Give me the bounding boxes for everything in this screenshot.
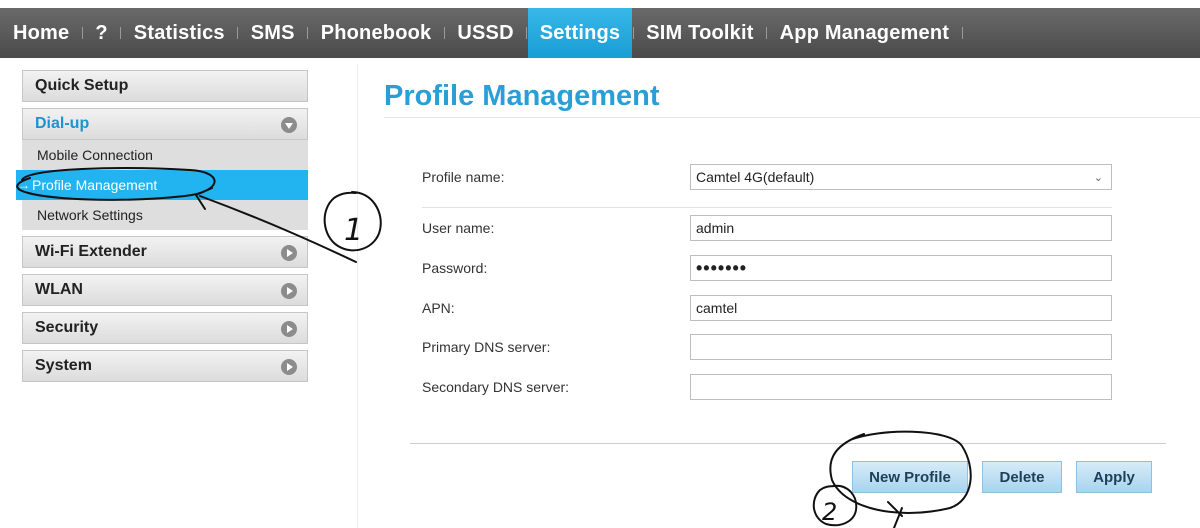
apn-label: APN:	[422, 300, 455, 316]
sidebar-item-label: Dial-up	[35, 115, 90, 132]
arrow-right-icon: →	[18, 178, 30, 192]
primary-dns-label: Primary DNS server:	[422, 339, 551, 355]
collapse-arrow-icon	[281, 117, 297, 133]
password-label: Password:	[422, 260, 488, 276]
sidebar-item-system[interactable]: System	[22, 350, 308, 382]
nav-app-management[interactable]: App Management	[768, 8, 961, 58]
new-profile-button[interactable]: New Profile	[852, 461, 968, 493]
annotation-step2-label: 2	[822, 498, 837, 526]
annotation-tail	[887, 501, 903, 528]
delete-button[interactable]: Delete	[982, 461, 1062, 493]
sidebar-item-label: Network Settings	[37, 207, 143, 223]
password-input[interactable]	[690, 255, 1112, 281]
dialup-submenu: Mobile Connection → Profile Management N…	[16, 140, 308, 230]
sidebar-item-wlan[interactable]: WLAN	[22, 274, 308, 306]
expand-arrow-icon	[281, 321, 297, 337]
sidebar: Quick Setup Dial-up Mobile Connection → …	[16, 70, 308, 388]
chevron-down-icon: ⌄	[1093, 171, 1103, 184]
nav-settings[interactable]: Settings	[527, 8, 633, 58]
sidebar-item-label: Quick Setup	[35, 77, 129, 94]
user-name-label: User name:	[422, 220, 495, 236]
sidebar-subitem-mobile-connection[interactable]: Mobile Connection	[22, 140, 308, 170]
profile-name-select[interactable]: Camtel 4G(default) ⌄	[690, 164, 1112, 190]
sidebar-item-security[interactable]: Security	[22, 312, 308, 344]
expand-arrow-icon	[281, 245, 297, 261]
secondary-dns-input[interactable]	[690, 374, 1112, 400]
annotation-step1-circle	[323, 191, 382, 252]
row-divider	[422, 207, 1112, 208]
page-title: Profile Management	[384, 80, 660, 112]
profile-name-label: Profile name:	[422, 169, 505, 185]
annotation-step2-circle	[812, 484, 858, 527]
nav-sim-toolkit[interactable]: SIM Toolkit	[634, 8, 765, 58]
top-navigation: Home ? Statistics SMS Phonebook USSD Set…	[0, 8, 1200, 58]
sidebar-item-label: Security	[35, 319, 99, 336]
expand-arrow-icon	[281, 283, 297, 299]
user-name-row: User name:	[422, 215, 1112, 241]
sidebar-subitem-profile-management[interactable]: → Profile Management	[16, 170, 308, 200]
annotation-step1-label: 1	[344, 213, 363, 248]
apn-row: APN:	[422, 295, 1112, 321]
expand-arrow-icon	[281, 359, 297, 375]
primary-dns-row: Primary DNS server:	[422, 334, 1112, 360]
form-footer-divider	[410, 443, 1166, 444]
sidebar-subitem-network-settings[interactable]: Network Settings	[22, 200, 308, 230]
nav-phonebook[interactable]: Phonebook	[309, 8, 444, 58]
sidebar-item-dialup[interactable]: Dial-up	[22, 108, 308, 140]
nav-ussd[interactable]: USSD	[445, 8, 525, 58]
profile-name-value: Camtel 4G(default)	[696, 169, 815, 185]
nav-separator	[961, 8, 963, 58]
user-name-input[interactable]	[690, 215, 1112, 241]
nav-statistics[interactable]: Statistics	[122, 8, 237, 58]
sidebar-item-label: System	[35, 357, 92, 374]
sidebar-divider	[357, 64, 358, 528]
apply-button[interactable]: Apply	[1076, 461, 1152, 493]
sidebar-item-quick-setup[interactable]: Quick Setup	[22, 70, 308, 102]
apn-input[interactable]	[690, 295, 1112, 321]
sidebar-item-label: Mobile Connection	[37, 147, 153, 163]
sidebar-item-label: Profile Management	[32, 177, 158, 193]
sidebar-item-label: WLAN	[35, 281, 83, 298]
sidebar-item-label: Wi-Fi Extender	[35, 243, 147, 260]
nav-home[interactable]: Home	[0, 8, 81, 58]
secondary-dns-label: Secondary DNS server:	[422, 379, 570, 395]
profile-name-row: Profile name: Camtel 4G(default) ⌄	[422, 164, 1112, 190]
primary-dns-input[interactable]	[690, 334, 1112, 360]
sidebar-item-wifi-extender[interactable]: Wi-Fi Extender	[22, 236, 308, 268]
nav-sms[interactable]: SMS	[239, 8, 307, 58]
title-divider	[384, 117, 1200, 118]
secondary-dns-row: Secondary DNS server:	[422, 374, 1112, 400]
password-row: Password:	[422, 255, 1112, 281]
nav-help[interactable]: ?	[83, 8, 119, 58]
